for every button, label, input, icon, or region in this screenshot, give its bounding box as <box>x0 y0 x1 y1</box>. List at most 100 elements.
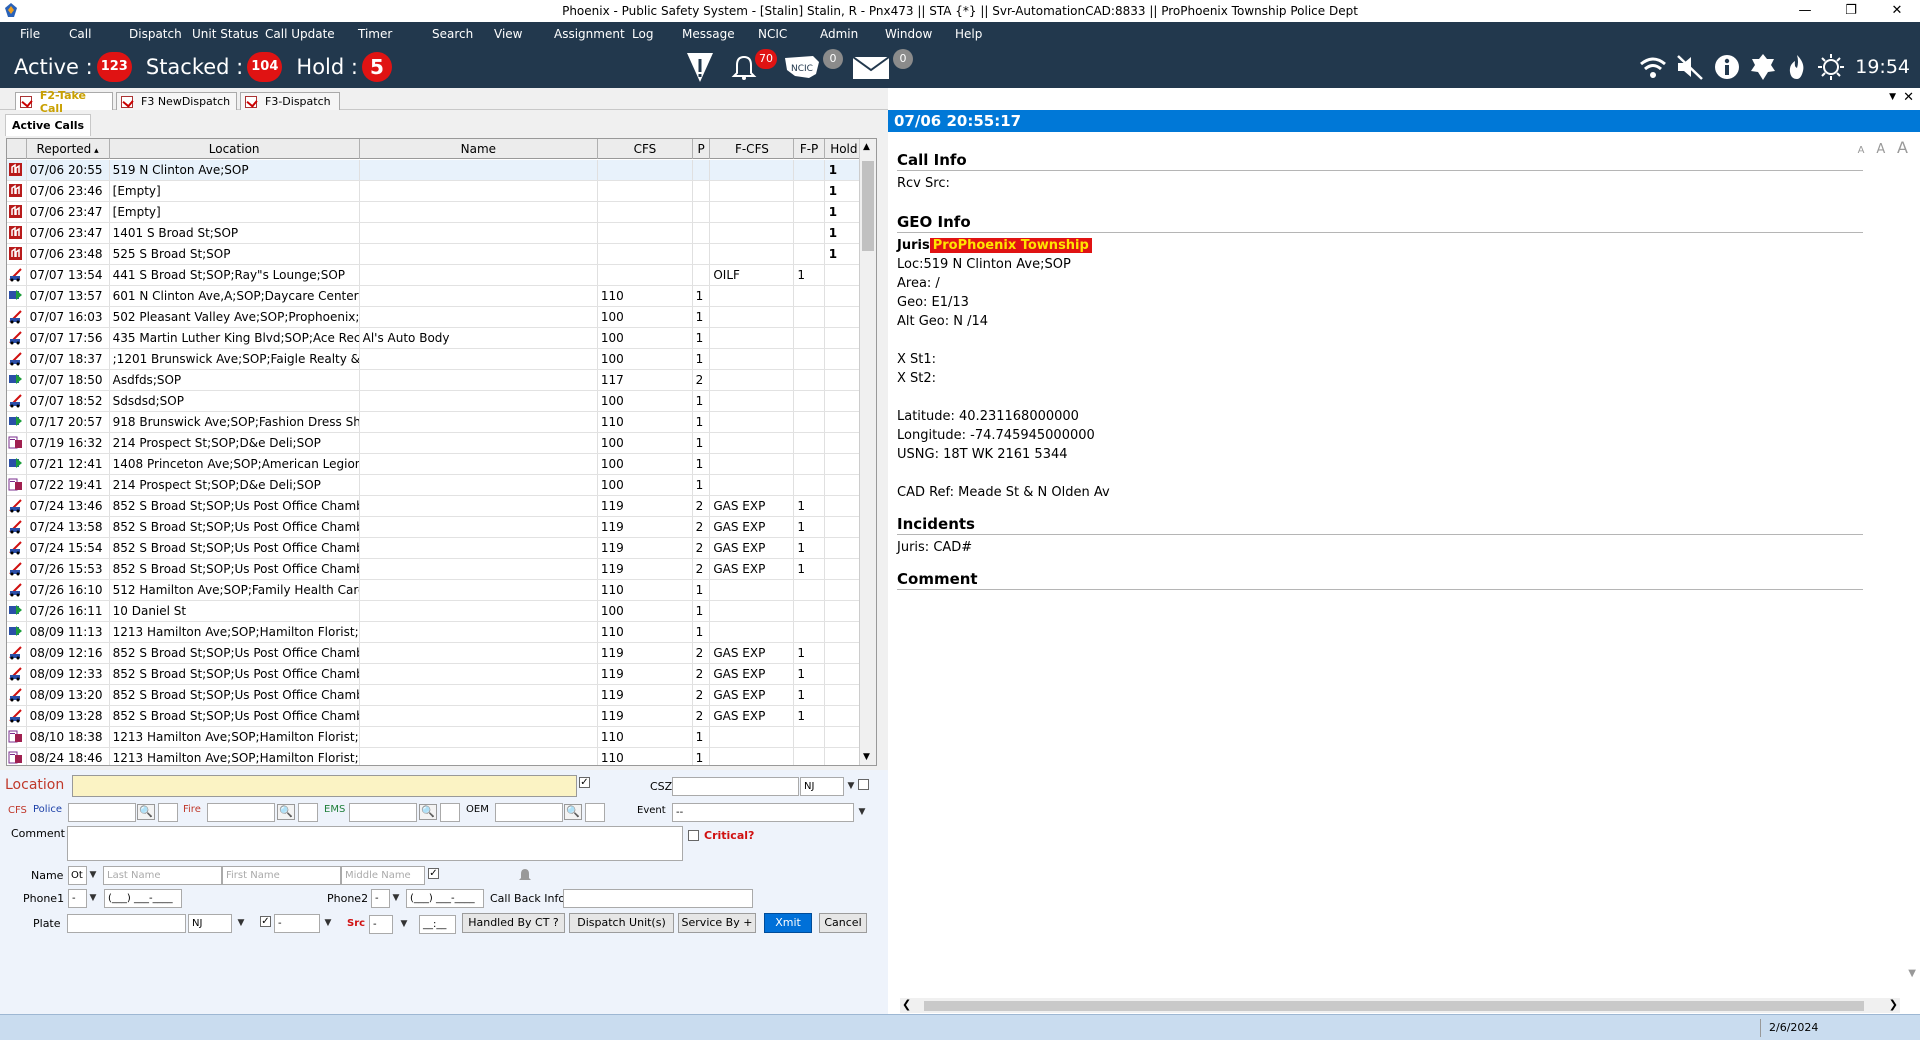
hold-counter[interactable]: Hold :5 <box>296 52 392 82</box>
table-row[interactable]: 07/07 18:50 Asdfds;SOP 117 2 <box>7 370 861 391</box>
comment-input[interactable] <box>67 826 683 861</box>
table-row[interactable]: 07/22 19:41 214 Prospect St;SOP;D&e Deli;… <box>7 475 861 496</box>
menu-call-update[interactable]: Call Update <box>265 27 358 41</box>
chevron-right-icon[interactable]: ❯ <box>1889 998 1898 1011</box>
ncic-map-icon[interactable]: NCIC <box>783 52 821 82</box>
scroll-down-icon[interactable]: ▼ <box>863 752 870 762</box>
info-icon[interactable] <box>1713 53 1741 81</box>
table-row[interactable]: 07/06 20:55 519 N Clinton Ave;SOP 1 <box>7 160 861 181</box>
menu-dispatch[interactable]: Dispatch <box>129 27 192 41</box>
mail-icon[interactable] <box>851 52 891 82</box>
ems-priority-input[interactable] <box>440 803 460 822</box>
chevron-down-icon[interactable]: ▼ <box>321 915 335 932</box>
stacked-counter[interactable]: Stacked :104 <box>146 52 283 82</box>
maximize-button[interactable]: ❐ <box>1828 0 1874 22</box>
scrollbar-thumb[interactable] <box>924 1001 1864 1011</box>
menu-view[interactable]: View <box>494 27 554 41</box>
menu-timer[interactable]: Timer <box>358 27 432 41</box>
menu-help[interactable]: Help <box>955 27 1005 41</box>
event-select[interactable]: -- <box>672 803 854 822</box>
active-counter[interactable]: Active :123 <box>14 52 132 82</box>
police-badge-icon[interactable] <box>1749 53 1777 81</box>
menu-admin[interactable]: Admin <box>820 27 885 41</box>
column-header-cfs[interactable]: CFS <box>598 139 693 159</box>
mute-icon[interactable] <box>1675 53 1705 81</box>
column-header-location[interactable]: Location <box>110 139 360 159</box>
table-row[interactable]: 08/09 12:16 852 S Broad St;SOP;Us Post Of… <box>7 643 861 664</box>
fire-cfs-input[interactable] <box>207 803 275 822</box>
last-name-input[interactable]: Last Name <box>103 866 222 885</box>
table-row[interactable]: 08/10 18:38 1213 Hamilton Ave;SOP;Hamilto… <box>7 727 861 748</box>
menu-file[interactable]: File <box>20 27 69 41</box>
chevron-down-icon[interactable]: ▼ <box>389 890 403 907</box>
alert-triangle-icon[interactable] <box>685 50 715 84</box>
csz-input[interactable] <box>672 777 799 796</box>
service-by-button[interactable]: Service By + <box>678 913 756 933</box>
fire-priority-input[interactable] <box>298 803 318 822</box>
table-row[interactable]: 07/06 23:47 [Empty] 1 <box>7 202 861 223</box>
oem-priority-input[interactable] <box>585 803 605 822</box>
critical-checkbox[interactable] <box>688 830 699 841</box>
table-row[interactable]: 07/06 23:46 [Empty] 1 <box>7 181 861 202</box>
csz-checkbox[interactable] <box>858 779 869 790</box>
table-row[interactable]: 07/07 13:54 441 S Broad St;SOP;Ray"s Loun… <box>7 265 861 286</box>
chevron-down-icon[interactable]: ▼ <box>855 804 869 821</box>
name-prefix-select[interactable]: Ot <box>68 866 87 885</box>
grid-scrollbar[interactable]: ▲ ▼ <box>859 139 876 765</box>
table-row[interactable]: 07/21 12:41 1408 Princeton Ave;SOP;Americ… <box>7 454 861 475</box>
chevron-down-icon[interactable]: ▼ <box>844 778 858 795</box>
detail-hscrollbar[interactable]: ❮ ❯ <box>900 998 1900 1013</box>
src-time-input[interactable]: __:__ <box>419 915 456 934</box>
location-input[interactable] <box>72 775 577 797</box>
table-row[interactable]: 08/09 11:13 1213 Hamilton Ave;SOP;Hamilto… <box>7 622 861 643</box>
close-button[interactable]: ✕ <box>1874 0 1920 22</box>
chevron-down-icon[interactable]: ▼ <box>86 890 100 907</box>
plate-type-select[interactable]: - <box>274 914 320 933</box>
menu-search[interactable]: Search <box>432 27 494 41</box>
state-select[interactable]: NJ <box>800 777 844 796</box>
table-row[interactable]: 07/19 16:32 214 Prospect St;SOP;D&e Deli;… <box>7 433 861 454</box>
tab-take-call[interactable]: F2-Take Call <box>15 89 113 115</box>
table-row[interactable]: 07/06 23:48 525 S Broad St;SOP 1 <box>7 244 861 265</box>
fire-icon[interactable] <box>1785 53 1809 81</box>
wifi-icon[interactable] <box>1639 54 1667 80</box>
table-row[interactable]: 08/09 12:33 852 S Broad St;SOP;Us Post Of… <box>7 664 861 685</box>
xmit-button[interactable]: Xmit <box>764 913 812 933</box>
column-header-hold[interactable]: Hold <box>825 139 860 159</box>
column-header-p[interactable]: P <box>693 139 711 159</box>
menu-assignment[interactable]: Assignment <box>554 27 632 41</box>
plate-state-select[interactable]: NJ <box>188 914 232 933</box>
police-priority-input[interactable] <box>158 803 178 822</box>
font-large-button[interactable]: A <box>1897 138 1908 157</box>
table-row[interactable]: 07/24 13:46 852 S Broad St;SOP;Us Post Of… <box>7 496 861 517</box>
table-row[interactable]: 07/07 13:57 601 N Clinton Ave,A;SOP;Dayca… <box>7 286 861 307</box>
table-row[interactable]: 07/07 16:03 502 Pleasant Valley Ave;SOP;P… <box>7 307 861 328</box>
table-row[interactable]: 07/06 23:47 1401 S Broad St;SOP 1 <box>7 223 861 244</box>
location-checkbox[interactable]: ✓ <box>579 777 590 788</box>
menu-ncic[interactable]: NCIC <box>758 27 820 41</box>
search-icon[interactable]: 🔍 <box>564 804 582 820</box>
tab-new-dispatch[interactable]: F3 NewDispatch <box>116 92 237 110</box>
cancel-button[interactable]: Cancel <box>819 913 867 933</box>
plate-checkbox[interactable]: ✓ <box>260 916 271 927</box>
phone2-input[interactable]: (___) ___-____ <box>406 889 484 908</box>
table-row[interactable]: 07/07 18:37 ;1201 Brunswick Ave;SOP;Faigl… <box>7 349 861 370</box>
chevron-down-icon[interactable]: ▼ <box>86 867 100 884</box>
menu-unit-status[interactable]: Unit Status <box>192 27 265 41</box>
column-header-fcfs[interactable]: F-CFS <box>710 139 795 159</box>
dispatch-units-button[interactable]: Dispatch Unit(s) <box>569 913 674 933</box>
oem-cfs-input[interactable] <box>495 803 563 822</box>
column-header-name[interactable]: Name <box>360 139 599 159</box>
search-icon[interactable]: 🔍 <box>137 804 155 820</box>
table-row[interactable]: 07/26 16:10 512 Hamilton Ave;SOP;Family H… <box>7 580 861 601</box>
police-cfs-input[interactable] <box>68 803 136 822</box>
ems-cfs-input[interactable] <box>349 803 417 822</box>
table-row[interactable]: 08/24 18:46 1213 Hamilton Ave;SOP;Hamilto… <box>7 748 861 765</box>
phone1-input[interactable]: (___) ___-____ <box>104 889 182 908</box>
table-row[interactable]: 07/24 15:54 852 S Broad St;SOP;Us Post Of… <box>7 538 861 559</box>
table-row[interactable]: 08/09 13:20 852 S Broad St;SOP;Us Post Of… <box>7 685 861 706</box>
callback-input[interactable] <box>563 889 753 908</box>
handled-by-ct-button[interactable]: Handled By CT ? <box>462 913 565 933</box>
bell-icon[interactable] <box>517 867 533 883</box>
name-checkbox[interactable]: ✓ <box>428 868 439 879</box>
